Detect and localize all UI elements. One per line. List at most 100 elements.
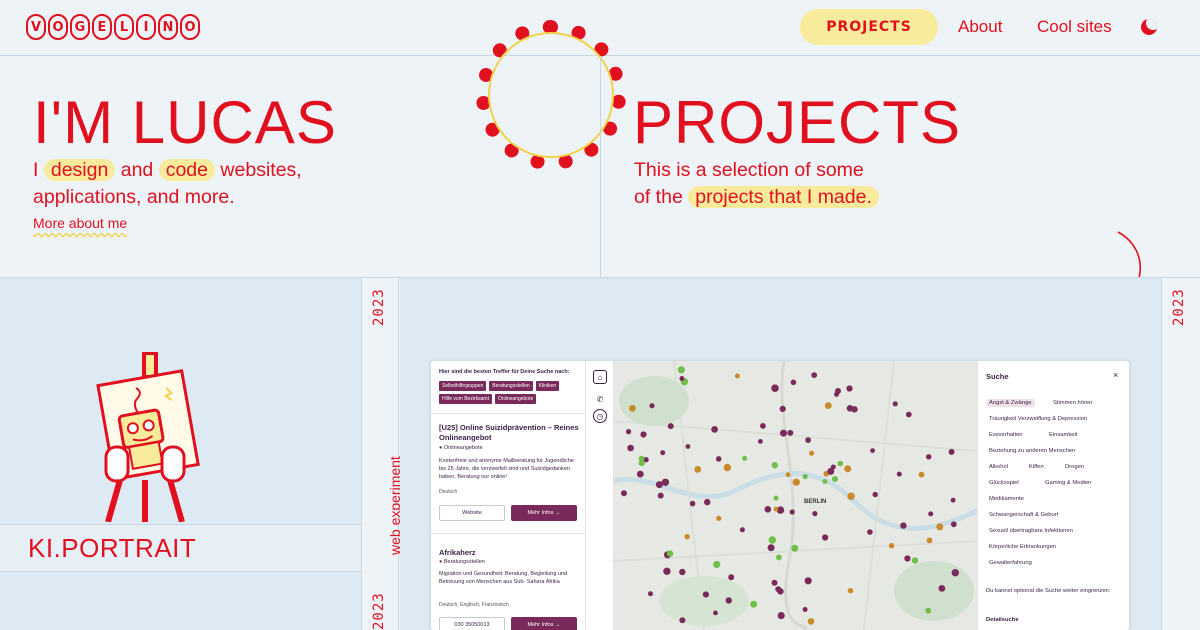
- map-marker: [773, 506, 779, 512]
- map-marker: [847, 588, 854, 594]
- search-category-chip: Gewalterfahrung: [989, 560, 1032, 566]
- map-marker: [925, 607, 932, 614]
- map-marker: [807, 618, 815, 625]
- nav-projects-link[interactable]: PROJECTS: [800, 9, 938, 45]
- site-logo[interactable]: VOGELINO: [26, 12, 200, 42]
- result-title: [U25] Online Suizidprävention – Reines O…: [439, 423, 579, 442]
- result-language: Deutsch, Englisch, Französisch: [439, 602, 509, 608]
- intro-text: websites,: [220, 159, 302, 181]
- phone-button: 030 35050013: [439, 617, 505, 630]
- map-marker: [780, 429, 787, 437]
- theme-toggle-moon-icon[interactable]: [1141, 19, 1157, 35]
- map-marker: [711, 426, 718, 433]
- result-language: Deutsch: [439, 489, 458, 495]
- map-marker: [791, 544, 799, 552]
- phone-icon: ✆: [596, 394, 604, 404]
- map-marker: [775, 586, 782, 593]
- map-marker: [950, 521, 957, 528]
- map-marker: [679, 376, 685, 381]
- map-marker: [928, 511, 934, 517]
- map-marker: [694, 466, 702, 473]
- map-marker: [636, 470, 644, 478]
- logo-glyph: V: [26, 14, 46, 40]
- filter-tag: Kliniken: [535, 381, 560, 391]
- search-category-chip: Beziehung zu anderen Menschen: [989, 448, 1076, 454]
- hero-title-projects: PROJECTS: [633, 89, 962, 156]
- close-icon: ×: [1113, 370, 1119, 380]
- logo-glyph: L: [114, 14, 134, 40]
- map-marker: [739, 527, 745, 533]
- hero-intro-line2: applications, and more.: [33, 186, 235, 208]
- map-marker: [655, 481, 663, 489]
- result-category: Onlineangebote: [439, 445, 483, 451]
- more-about-me-link[interactable]: More about me: [33, 215, 127, 231]
- map-marker: [896, 471, 902, 477]
- map-marker: [892, 401, 898, 407]
- map-marker: [677, 366, 685, 374]
- map-canvas: BERLIN: [614, 361, 977, 630]
- map-marker: [777, 612, 785, 620]
- logo-glyph: N: [158, 14, 178, 40]
- nav-about-link[interactable]: About: [958, 17, 1002, 37]
- map-marker: [844, 465, 852, 473]
- search-category-chip: Einsamkeit: [1049, 432, 1078, 438]
- map-marker: [789, 509, 795, 515]
- map-marker: [627, 444, 634, 452]
- map-marker: [811, 372, 818, 378]
- filter-tag: Hilfe vom Bezirksamt: [439, 394, 492, 404]
- map-marker: [837, 460, 844, 467]
- map-marker: [640, 431, 647, 438]
- logo-glyph: I: [136, 14, 156, 40]
- year-label-next: 2023: [371, 592, 387, 630]
- map-marker: [629, 405, 636, 412]
- map-marker: [900, 522, 907, 529]
- map-marker: [773, 495, 779, 501]
- logo-glyph: O: [180, 14, 200, 40]
- search-category-chip: Gaming & Medien: [1045, 480, 1092, 486]
- map-marker: [846, 405, 854, 412]
- search-category-chip: Alkohol: [989, 464, 1009, 470]
- map-marker: [950, 497, 956, 503]
- berlin-map: BERLIN: [614, 361, 977, 630]
- map-marker: [728, 574, 735, 581]
- year-column-left: [361, 278, 399, 630]
- map-marker: [904, 555, 911, 562]
- search-title: Suche: [986, 372, 1009, 381]
- ki-portrait-title[interactable]: KI.PORTRAIT: [28, 533, 196, 564]
- map-marker: [911, 557, 919, 564]
- search-category-chip: Schwangerschaft & Geburt: [989, 512, 1059, 518]
- map-marker: [951, 569, 959, 577]
- filter-tag: Beratungsstellen: [489, 381, 533, 391]
- map-marker: [830, 464, 836, 470]
- map-marker: [725, 597, 732, 604]
- result-description: Kostenfreie und anonyme Mailberatung für…: [439, 458, 574, 480]
- map-marker: [685, 444, 691, 449]
- projects-intro-line1: This is a selection of some: [634, 159, 864, 181]
- map-marker: [660, 450, 666, 456]
- map-marker: [684, 534, 690, 540]
- map-marker: [926, 537, 933, 544]
- map-marker: [775, 554, 782, 561]
- search-category-chip: Traurigkeit Verzweiflung & Depression: [989, 416, 1088, 422]
- map-marker: [679, 568, 686, 576]
- year-label: 2023: [1171, 288, 1187, 326]
- map-marker: [779, 405, 786, 412]
- map-marker: [832, 476, 838, 482]
- map-marker: [638, 455, 645, 462]
- map-marker: [790, 379, 797, 386]
- hero-intro-line1: I design and code websites,: [33, 157, 302, 184]
- map-city-label: BERLIN: [804, 499, 826, 505]
- search-category-chip: Sexuell übertragbare Infektionen: [989, 528, 1073, 534]
- map-marker: [867, 529, 873, 535]
- robot-easel-illustration: [96, 352, 200, 522]
- search-category-chip: Stimmen hören: [1053, 400, 1093, 406]
- map-marker: [936, 523, 944, 531]
- detail-search-label: Detailsuche: [986, 617, 1019, 623]
- map-marker: [834, 391, 839, 397]
- nav-cool-sites-link[interactable]: Cool sites: [1037, 17, 1112, 37]
- filter-tag: Selbsthilfegruppen: [439, 381, 487, 391]
- map-marker: [666, 550, 674, 557]
- map-marker: [758, 439, 763, 444]
- map-marker: [872, 491, 878, 498]
- map-marker: [822, 479, 828, 484]
